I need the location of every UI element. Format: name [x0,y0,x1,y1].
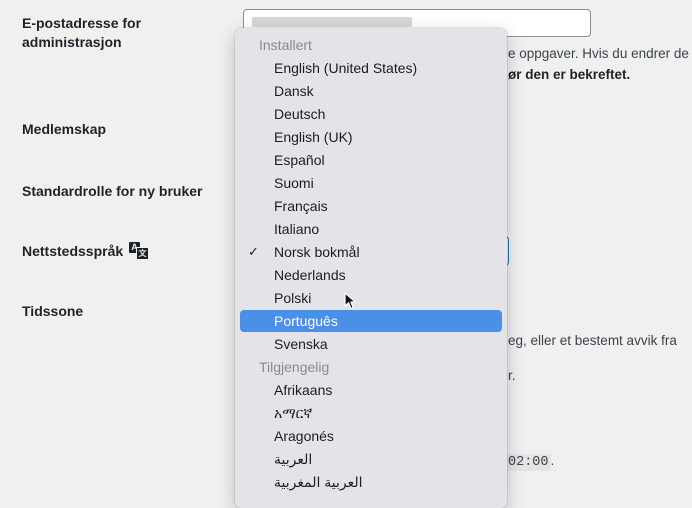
option-portugues[interactable]: Português [240,310,502,332]
option-arabic-moroccan[interactable]: العربية المغربية [240,471,502,493]
option-polski[interactable]: Polski [240,287,502,309]
email-label-line2: administrasjon [22,34,122,50]
email-label: E-postadresse for administrasjon [22,14,141,52]
email-description-line2: ør den er bekreftet. [508,67,631,82]
option-nederlands[interactable]: Nederlands [240,264,502,286]
option-en-us[interactable]: English (United States) [240,57,502,79]
email-label-line1: E-postadresse for [22,15,142,31]
option-francais[interactable]: Français [240,195,502,217]
option-amharic[interactable]: አማርኛ [240,402,502,424]
time-suffix: . [550,453,555,468]
option-italiano[interactable]: Italiano [240,218,502,240]
check-icon: ✓ [248,244,259,259]
option-en-uk[interactable]: English (UK) [240,126,502,148]
translate-glyph-b: 文 [136,247,150,260]
site-language-label: Nettstedsspråk A 文 [22,242,150,261]
option-norsk-bokmal[interactable]: ✓ Norsk bokmål [240,241,502,263]
option-arabic[interactable]: العربية [240,448,502,470]
time-value: 02:00 [506,454,551,471]
language-translate-icon: A 文 [129,242,150,260]
group-installed: Installert [259,37,312,53]
email-description-line1: e oppgaver. Hvis du endrer de [508,46,689,61]
default-role-label: Standardrolle for ny bruker [22,183,203,199]
option-suomi[interactable]: Suomi [240,172,502,194]
option-aragones[interactable]: Aragonés [240,425,502,447]
timezone-description: eg, eller et bestemt avvik fra [508,333,677,348]
option-svenska[interactable]: Svenska [240,333,502,355]
membership-label: Medlemskap [22,121,107,137]
site-language-text: Nettstedsspråk [22,243,124,259]
option-dansk[interactable]: Dansk [240,80,502,102]
timezone-label: Tidssone [22,303,84,319]
group-available: Tilgjengelig [259,359,330,375]
option-deutsch[interactable]: Deutsch [240,103,502,125]
time-display: 02:00. [506,453,555,471]
option-afrikaans[interactable]: Afrikaans [240,379,502,401]
timezone-description-2: r. [508,368,516,383]
email-value-obscured [252,17,412,27]
option-norsk-bokmal-label: Norsk bokmål [274,244,360,260]
language-dropdown[interactable]: Installert English (United States) Dansk… [235,28,507,508]
option-espanol[interactable]: Español [240,149,502,171]
mouse-pointer-icon [344,292,357,310]
